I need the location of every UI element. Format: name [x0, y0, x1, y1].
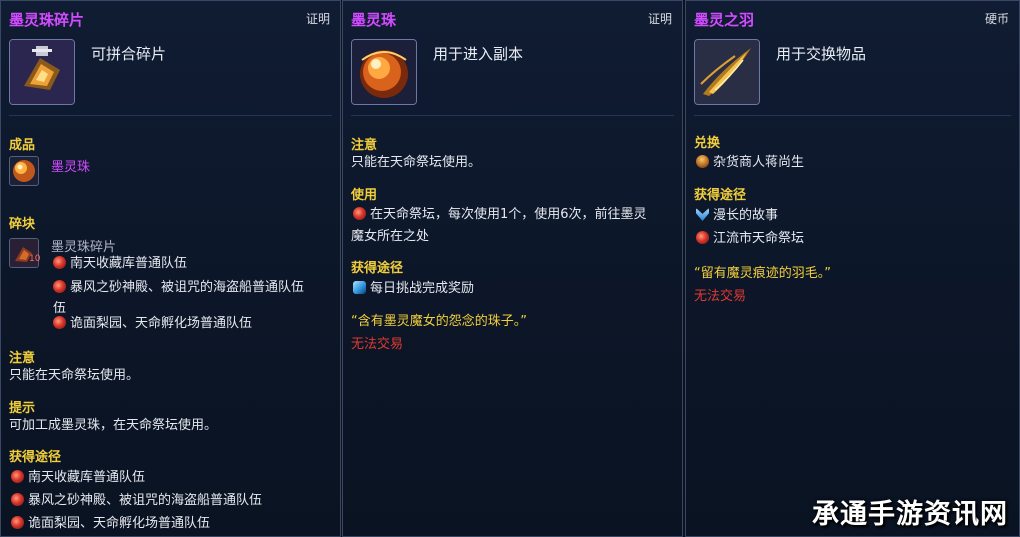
obtain-item: 江流市天命祭坛	[696, 227, 804, 246]
dungeon-icon	[53, 280, 66, 293]
product-name[interactable]: 墨灵珠	[51, 156, 90, 175]
fragment-source: 南天收藏库普通队伍	[53, 252, 187, 271]
exchange-item: 杂货商人蒋尚生	[696, 151, 804, 170]
dungeon-icon	[53, 256, 66, 269]
fragment-source: 暴风之砂神殿、被诅咒的海盗船普通队伍	[53, 276, 304, 295]
dungeon-icon	[53, 316, 66, 329]
dungeon-icon	[696, 231, 709, 244]
item-title: 墨灵之羽	[694, 11, 755, 29]
item-description: 用于进入副本	[433, 45, 524, 63]
product-orb-icon[interactable]	[9, 156, 39, 186]
fragment-count: 10	[29, 254, 41, 264]
flavor-quote: “留有魔灵痕迹的羽毛。”	[694, 266, 831, 281]
item-category: 证明	[305, 12, 330, 26]
use-text: 在天命祭坛，每次使用1个，使用6次，前往墨灵	[353, 203, 647, 222]
trade-restriction: 无法交易	[351, 337, 404, 352]
divider	[351, 115, 674, 116]
daily-challenge-icon	[353, 281, 366, 294]
item-title: 墨灵珠	[351, 11, 397, 29]
orb-item-icon	[351, 39, 417, 105]
item-category: 硬币	[984, 12, 1009, 26]
use-text-wrap: 魔女所在之处	[351, 229, 430, 244]
exchange-header: 兑换	[694, 136, 721, 151]
obtain-header: 获得途径	[351, 261, 404, 276]
item-title: 墨灵珠碎片	[9, 11, 85, 29]
use-header: 使用	[351, 188, 378, 203]
note-text: 只能在天命祭坛使用。	[351, 155, 482, 170]
tooltip-panel-feather: 墨灵之羽 硬币 用于交换物品 兑换 杂货商人蒋尚生 获得途径 漫长的故事 江流市…	[685, 0, 1020, 537]
site-watermark: 承通手游资讯网	[812, 499, 1008, 530]
dungeon-icon	[11, 470, 24, 483]
obtain-item: 南天收藏库普通队伍	[11, 466, 145, 485]
feather-item-icon	[694, 39, 760, 105]
obtain-header: 获得途径	[9, 450, 62, 465]
tooltip-panel-fragment: 墨灵珠碎片 证明 可拼合碎片 成品 墨灵珠 碎块 10 墨灵珠碎片 南天收藏库普…	[0, 0, 341, 537]
obtain-item: 诡面梨园、天命孵化场普通队伍	[11, 512, 210, 531]
obtain-item: 暴风之砂神殿、被诅咒的海盗船普通队伍	[11, 489, 262, 508]
fragment-header: 碎块	[9, 217, 36, 232]
obtain-header: 获得途径	[694, 188, 747, 203]
product-header: 成品	[9, 138, 36, 153]
merchant-bag-icon	[696, 155, 709, 168]
fragment-source: 诡面梨园、天命孵化场普通队伍	[53, 312, 252, 331]
dungeon-icon	[353, 207, 366, 220]
item-description: 用于交换物品	[776, 45, 867, 63]
item-description: 可拼合碎片	[91, 45, 167, 63]
note-text: 只能在天命祭坛使用。	[9, 368, 140, 383]
dungeon-icon	[11, 493, 24, 506]
trade-restriction: 无法交易	[694, 289, 747, 304]
divider	[694, 115, 1011, 116]
fragment-item-icon	[9, 39, 75, 105]
dungeon-icon	[11, 516, 24, 529]
obtain-item: 漫长的故事	[696, 204, 778, 223]
divider	[9, 115, 332, 116]
tip-text: 可加工成墨灵珠，在天命祭坛使用。	[9, 418, 218, 433]
obtain-item: 每日挑战完成奖励	[353, 277, 474, 296]
tooltip-panel-orb: 墨灵珠 证明 用于进入副本 注意 只能在天命祭坛使用。 使用 在天命祭坛，每次使…	[342, 0, 683, 537]
quest-chevron-icon	[696, 208, 709, 221]
flavor-quote: “含有墨灵魔女的怨念的珠子。”	[351, 314, 527, 329]
item-category: 证明	[647, 12, 672, 26]
